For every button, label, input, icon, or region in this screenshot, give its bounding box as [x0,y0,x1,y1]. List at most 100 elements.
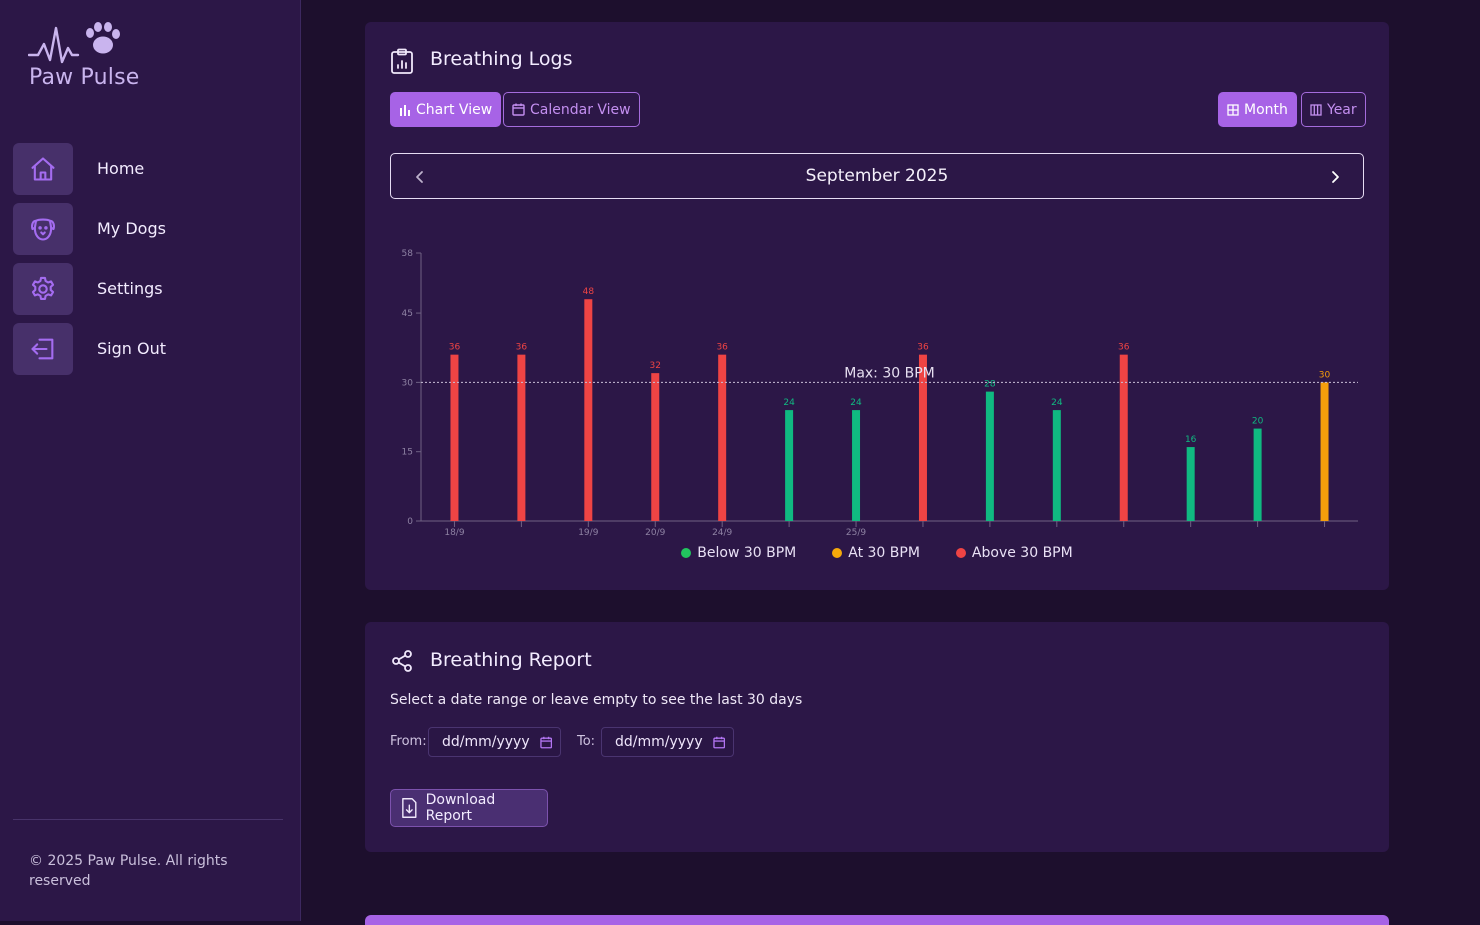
bar-value-label: 48 [583,287,595,297]
next-card-edge [365,915,1389,925]
from-date-input[interactable]: dd/mm/yyyy [428,727,561,757]
grid-icon [1227,103,1239,116]
bar-value-label: 24 [783,398,795,408]
sidebar-item-label: My Dogs [97,219,166,238]
breathing-logs-title: Breathing Logs [430,48,573,70]
y-tick-label: 15 [402,448,413,458]
chart-bar [651,373,660,521]
year-range-button[interactable]: Year [1301,92,1366,127]
breathing-report-title: Breathing Report [430,649,592,671]
chart-bar [1186,447,1195,521]
calendar-icon [512,103,525,116]
y-tick-label: 45 [402,309,413,319]
chart-bar [517,354,526,521]
calendar-icon [712,736,725,748]
report-subtitle: Select a date range or leave empty to se… [390,692,803,708]
dog-icon [13,203,73,255]
chart-bar [450,354,459,521]
bar-value-label: 30 [1319,370,1331,380]
bar-value-label: 28 [984,380,996,390]
bar-value-label: 36 [449,343,461,353]
legend-label-above: Above 30 BPM [971,545,1073,561]
chart-bar [718,354,727,521]
x-tick-label: 25/9 [846,528,866,538]
bar-chart-icon [400,104,410,116]
bar-value-label: 36 [716,343,728,353]
chart-bar [584,299,593,521]
legend-label-below: Below 30 BPM [697,545,797,561]
download-report-label: Download Report [425,792,496,824]
to-date-input[interactable]: dd/mm/yyyy [601,727,734,757]
legend-dot-at [832,548,843,558]
bar-value-label: 36 [1118,343,1130,353]
calendar-view-label: Calendar View [530,101,631,118]
chart-bar [1253,428,1262,521]
legend-item-above: Above 30 BPM [955,545,1073,561]
legend-label-at: At 30 BPM [848,545,920,561]
file-download-icon [402,798,417,818]
chart-bar [1320,382,1329,521]
sidebar-item-label: Home [97,159,145,178]
chart-view-button[interactable]: Chart View [390,92,502,127]
bar-value-label: 16 [1185,435,1197,445]
sidebar-item-home[interactable]: Home [13,143,283,195]
breathing-bar-chart: 0 15 30 45 58 36 18/9 36 48 19/9 32 20/9 36 24/9 24 24 2… [402,249,1358,538]
month-navigator: September 2025 [390,153,1364,199]
year-range-label: Year [1327,101,1357,118]
home-icon [13,143,73,195]
to-label: To: [577,734,596,749]
to-date-placeholder: dd/mm/yyyy [615,734,703,750]
sidebar-item-sign-out[interactable]: Sign Out [13,323,283,375]
bar-value-label: 36 [917,343,929,353]
x-tick-label: 20/9 [645,528,665,538]
sidebar-divider [13,819,283,820]
y-tick-label: 0 [407,517,413,527]
breathing-logs-card: Breathing Logs Chart View Calendar View … [365,22,1389,590]
bar-value-label: 24 [850,398,862,408]
bar-value-label: 36 [516,343,528,353]
paw-pulse-logo-icon [28,22,120,64]
clipboard-chart-icon [390,48,414,78]
from-label: From: [390,734,427,749]
month-range-label: Month [1244,101,1288,118]
sidebar-item-my-dogs[interactable]: My Dogs [13,203,283,255]
breathing-report-card: Breathing Report Select a date range or … [365,622,1389,852]
y-tick-label: 58 [402,249,414,259]
current-month-label: September 2025 [805,166,949,186]
sidebar-item-settings[interactable]: Settings [13,263,283,315]
logo[interactable]: Paw Pulse [28,22,158,92]
legend-item-at: At 30 BPM [832,545,920,561]
bar-value-label: 20 [1252,417,1264,427]
chart-bar [985,391,994,521]
calendar-icon [539,736,552,748]
columns-icon [1310,103,1322,116]
chart-bar [1119,354,1128,521]
sidebar: Paw Pulse Home My Dogs Settings Sign Out… [0,0,301,921]
x-tick-label: 18/9 [444,528,464,538]
share-icon [390,649,414,677]
chart-bar [785,410,794,521]
download-report-button[interactable]: Download Report [390,789,548,827]
y-tick-label: 30 [402,378,414,388]
sidebar-item-label: Sign Out [97,339,166,358]
chart-legend: Below 30 BPM At 30 BPM Above 30 BPM [365,545,1389,561]
legend-dot-above [955,548,966,558]
from-date-placeholder: dd/mm/yyyy [442,734,530,750]
threshold-label: Max: 30 BPM [844,365,935,381]
chart-bar [852,410,861,521]
sign-out-icon [13,323,73,375]
month-range-button[interactable]: Month [1218,92,1297,127]
x-tick-label: 19/9 [578,528,598,538]
brand-name: Paw Pulse [29,65,140,90]
copyright-text: © 2025 Paw Pulse. All rights reserved [29,853,228,889]
legend-item-below: Below 30 BPM [681,545,796,561]
chart-view-label: Chart View [416,101,493,118]
legend-dot-below [681,548,692,558]
sidebar-item-label: Settings [97,279,163,298]
x-tick-label: 24/9 [712,528,732,538]
bar-value-label: 24 [1051,398,1063,408]
chart-bar [1052,410,1061,521]
next-month-button[interactable] [1325,167,1345,187]
chevron-right-icon [1332,171,1339,183]
calendar-view-button[interactable]: Calendar View [503,92,640,127]
